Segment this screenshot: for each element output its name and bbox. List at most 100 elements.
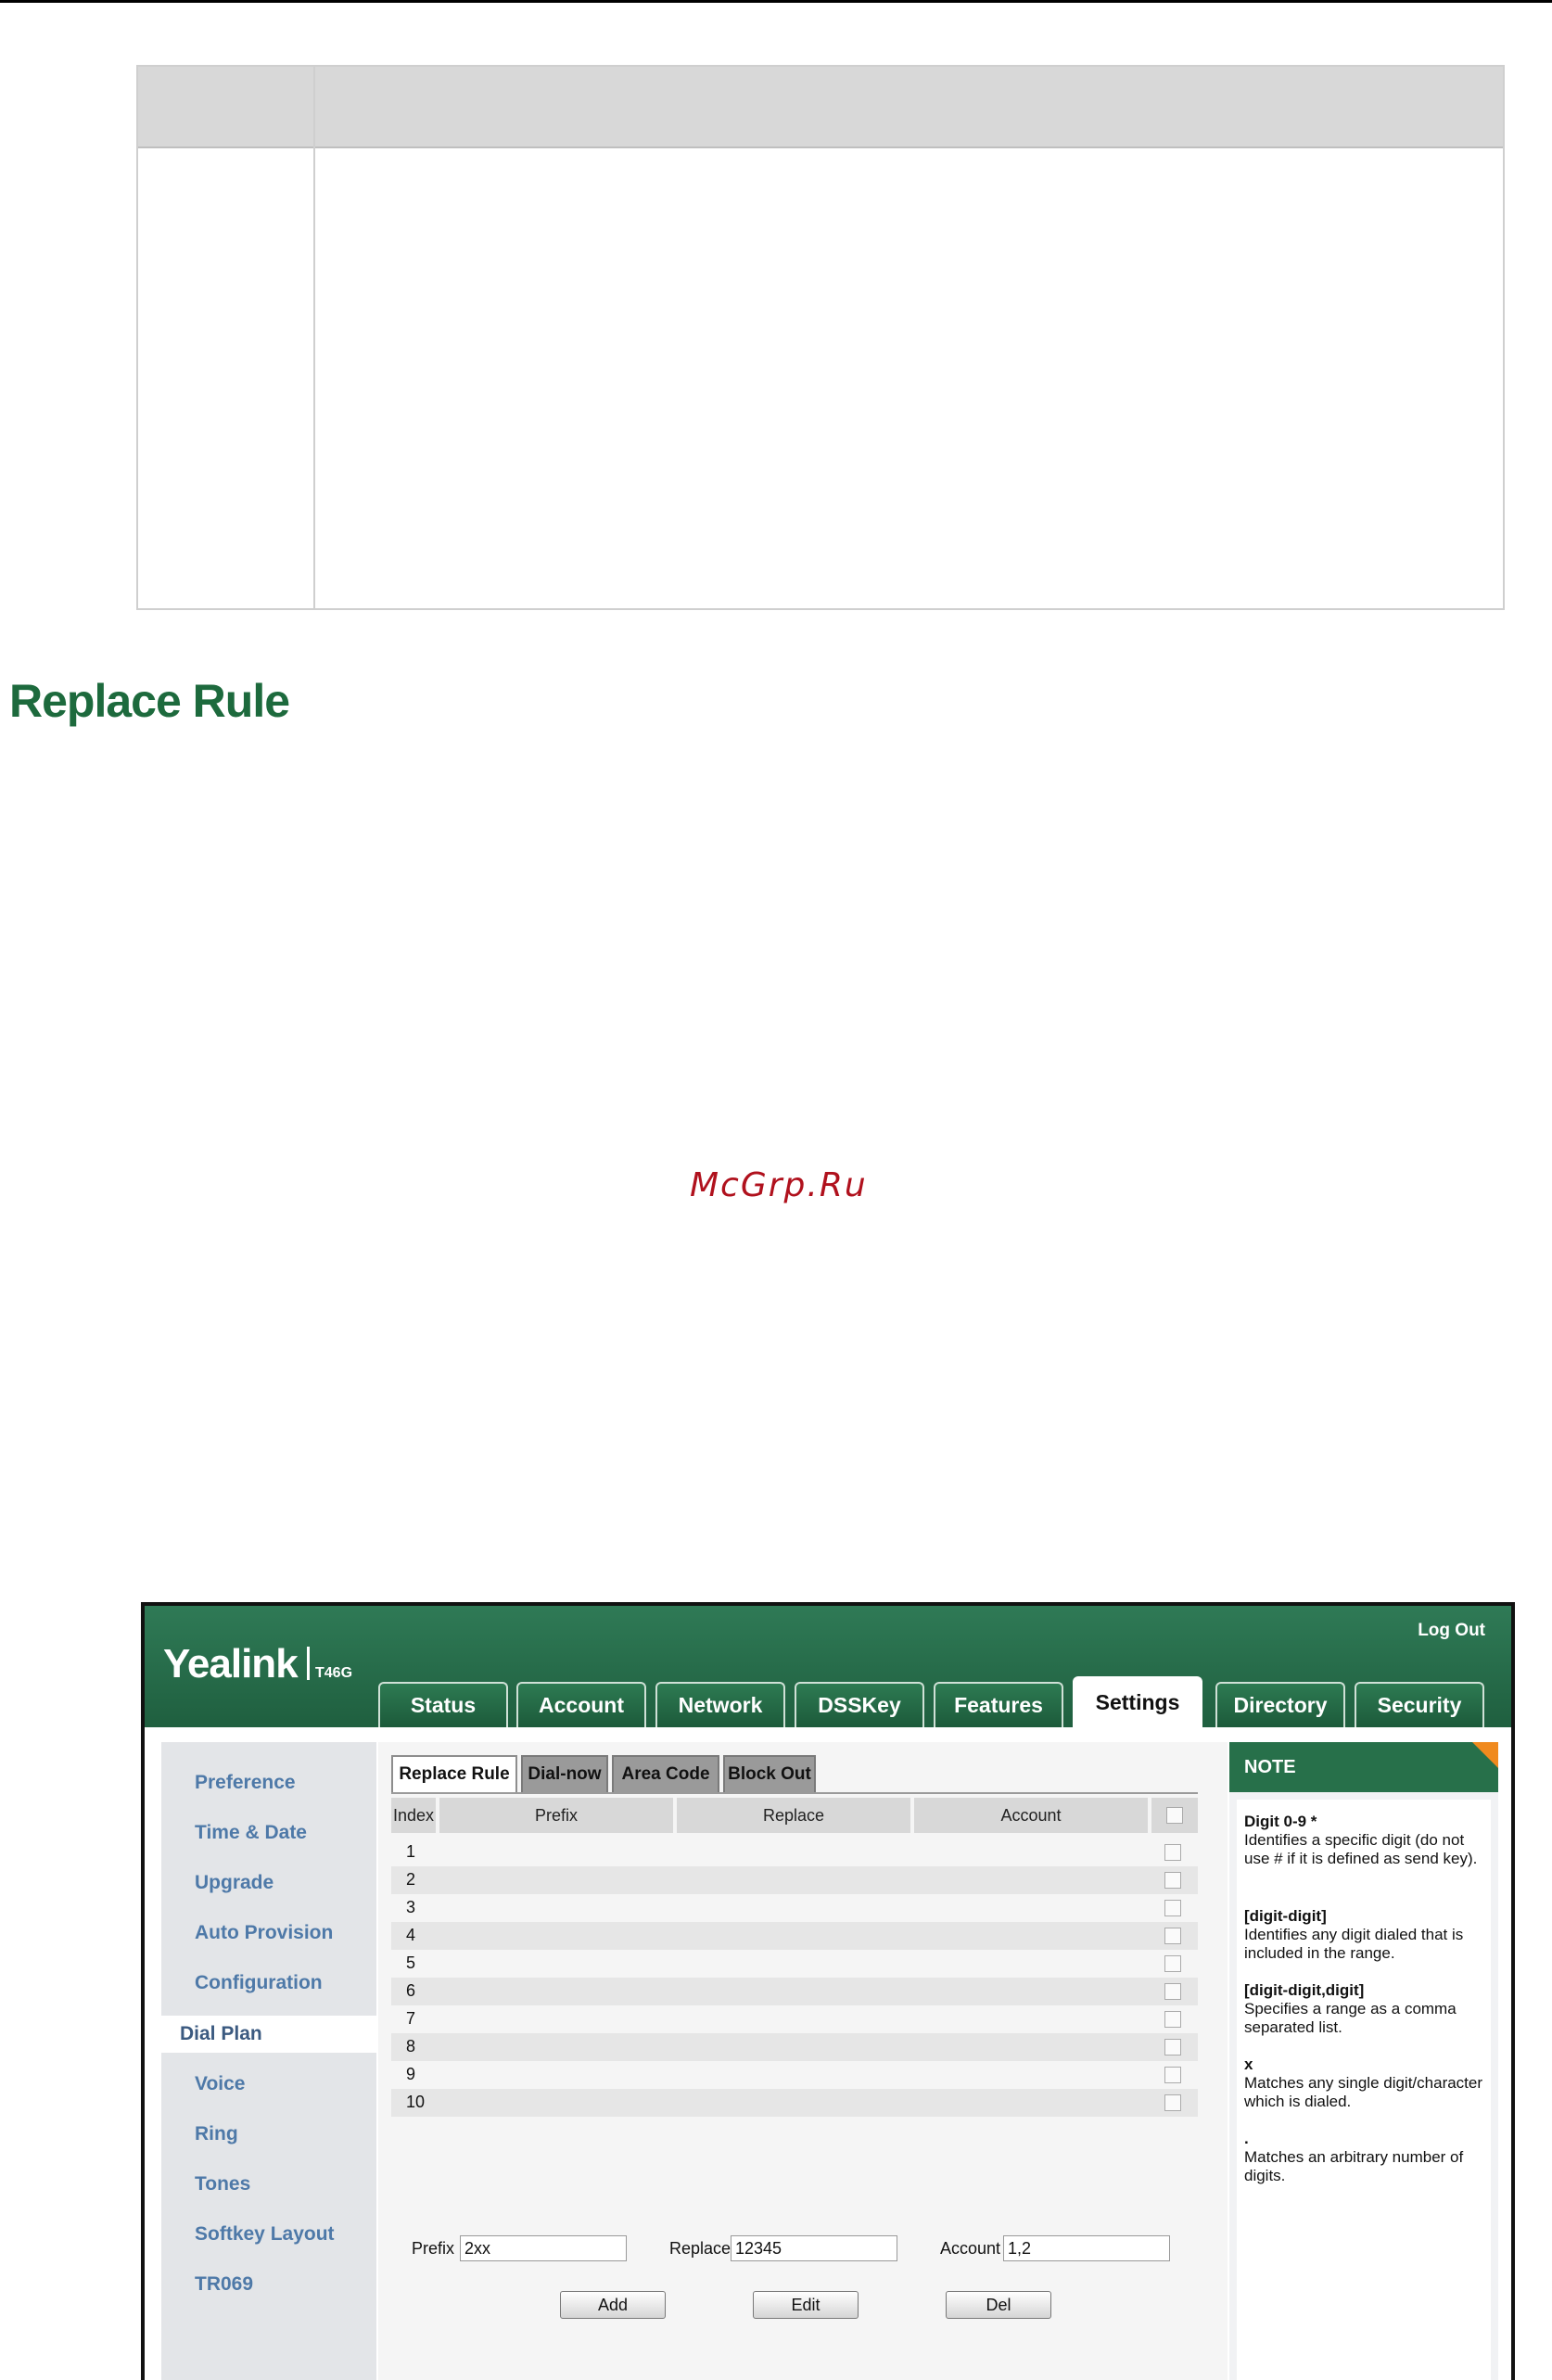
row-checkbox[interactable]	[1164, 2039, 1181, 2055]
account-label: Account	[940, 2239, 1001, 2258]
logo-divider	[307, 1647, 310, 1680]
row-index: 7	[406, 2009, 416, 2028]
sidebar-item-auto-provision[interactable]: Auto Provision	[195, 1922, 333, 1944]
tab-security[interactable]: Security	[1355, 1682, 1484, 1727]
note-entry: . Matches an arbitrary number of digits.	[1244, 2130, 1487, 2185]
sidebar-item-configuration[interactable]: Configuration	[195, 1972, 323, 1994]
note-desc: Matches any single digit/character which…	[1244, 2074, 1483, 2110]
page-top-rule	[0, 0, 1552, 3]
note-term: .	[1244, 2130, 1249, 2147]
table-row: 8	[391, 2033, 1198, 2061]
table-row: 1	[391, 1839, 1198, 1866]
table-row: 10	[391, 2089, 1198, 2117]
row-index: 9	[406, 2065, 416, 2083]
sidebar-item-softkey-layout[interactable]: Softkey Layout	[195, 2223, 335, 2246]
note-term: Digit 0-9 *	[1244, 1813, 1317, 1830]
row-index: 5	[406, 1954, 416, 1972]
note-corner-icon	[1472, 1742, 1498, 1768]
subtab-replace-rule[interactable]: Replace Rule	[391, 1755, 517, 1792]
yealink-logo: Yealink	[163, 1641, 299, 1686]
select-all-checkbox[interactable]	[1166, 1807, 1183, 1824]
sidebar-item-time-date[interactable]: Time & Date	[195, 1822, 307, 1844]
note-entry: Digit 0-9 * Identifies a specific digit …	[1244, 1813, 1487, 1868]
table-row: 5	[391, 1950, 1198, 1978]
note-desc: Specifies a range as a comma separated l…	[1244, 2000, 1457, 2036]
replace-label: Replace	[669, 2239, 731, 2258]
note-desc: Identifies any digit dialed that is incl…	[1244, 1926, 1464, 1962]
table-row: 3	[391, 1894, 1198, 1922]
note-title-text: NOTE	[1244, 1756, 1296, 1777]
row-checkbox[interactable]	[1164, 1844, 1181, 1861]
tab-network[interactable]: Network	[655, 1682, 785, 1727]
row-checkbox[interactable]	[1164, 2067, 1181, 2083]
row-checkbox[interactable]	[1164, 1983, 1181, 2000]
sidebar-item-upgrade[interactable]: Upgrade	[195, 1872, 274, 1894]
row-index: 10	[406, 2093, 426, 2111]
subtab-underline	[391, 1792, 1198, 1794]
document-table-header	[138, 67, 1503, 148]
row-index: 8	[406, 2037, 416, 2055]
table-row: 2	[391, 1866, 1198, 1894]
row-checkbox[interactable]	[1164, 2011, 1181, 2028]
row-checkbox[interactable]	[1164, 1955, 1181, 1972]
tab-account[interactable]: Account	[516, 1682, 646, 1727]
add-button[interactable]: Add	[560, 2291, 666, 2319]
sidebar-item-voice[interactable]: Voice	[195, 2073, 245, 2095]
row-index: 6	[406, 1981, 416, 2000]
model-label: T46G	[315, 1665, 353, 1681]
row-index: 2	[406, 1870, 416, 1889]
table-row: 4	[391, 1922, 1198, 1950]
tab-directory[interactable]: Directory	[1215, 1682, 1345, 1727]
prefix-input[interactable]	[460, 2235, 627, 2261]
section-title: Replace Rule	[9, 675, 290, 727]
column-header-account: Account	[914, 1798, 1148, 1833]
subtab-block-out[interactable]: Block Out	[723, 1755, 816, 1792]
tab-dsskey[interactable]: DSSKey	[795, 1682, 924, 1727]
sidebar-item-ring[interactable]: Ring	[195, 2123, 238, 2145]
web-ui-screenshot: Log Out Yealink T46G Status Account Netw…	[141, 1602, 1515, 2380]
sidebar-item-tones[interactable]: Tones	[195, 2173, 250, 2195]
dial-plan-panel: Replace Rule Dial-now Area Code Block Ou…	[378, 1742, 1228, 2380]
logout-link[interactable]: Log Out	[1418, 1621, 1485, 1641]
note-entry: x Matches any single digit/character whi…	[1244, 2055, 1487, 2111]
row-index: 3	[406, 1898, 416, 1916]
document-table	[136, 65, 1505, 610]
note-entry: [digit-digit] Identifies any digit diale…	[1244, 1907, 1487, 1963]
app-header: Log Out Yealink T46G Status Account Netw…	[145, 1606, 1511, 1727]
column-header-prefix: Prefix	[439, 1798, 673, 1833]
note-entry: [digit-digit,digit] Specifies a range as…	[1244, 1981, 1487, 2037]
tab-status[interactable]: Status	[378, 1682, 508, 1727]
row-checkbox[interactable]	[1164, 2094, 1181, 2111]
row-index: 1	[406, 1842, 416, 1861]
replace-input[interactable]	[731, 2235, 897, 2261]
note-desc: Identifies a specific digit (do not use …	[1244, 1831, 1478, 1867]
note-term: [digit-digit]	[1244, 1907, 1327, 1925]
sidebar-item-tr069[interactable]: TR069	[195, 2273, 253, 2296]
table-row: 9	[391, 2061, 1198, 2089]
app-content: Preference Time & Date Upgrade Auto Prov…	[145, 1727, 1511, 2380]
edit-button[interactable]: Edit	[753, 2291, 859, 2319]
row-checkbox[interactable]	[1164, 1872, 1181, 1889]
row-checkbox[interactable]	[1164, 1900, 1181, 1916]
account-input[interactable]	[1003, 2235, 1170, 2261]
column-header-index: Index	[391, 1798, 436, 1833]
tab-settings[interactable]: Settings	[1073, 1676, 1202, 1727]
row-checkbox[interactable]	[1164, 1928, 1181, 1944]
delete-button[interactable]: Del	[946, 2291, 1051, 2319]
sidebar: Preference Time & Date Upgrade Auto Prov…	[161, 1742, 376, 2380]
note-body: Digit 0-9 * Identifies a specific digit …	[1237, 1800, 1491, 2380]
table-row: 7	[391, 2005, 1198, 2033]
note-term: x	[1244, 2055, 1253, 2073]
row-index: 4	[406, 1926, 416, 1944]
subtab-dial-now[interactable]: Dial-now	[521, 1755, 608, 1792]
subtab-area-code[interactable]: Area Code	[612, 1755, 719, 1792]
column-header-select-all	[1151, 1798, 1198, 1833]
watermark: McGrp.Ru	[690, 1166, 868, 1204]
note-panel: NOTE Digit 0-9 * Identifies a specific d…	[1229, 1742, 1498, 2380]
table-row: 6	[391, 1978, 1198, 2005]
tab-features[interactable]: Features	[934, 1682, 1063, 1727]
prefix-label: Prefix	[412, 2239, 455, 2258]
sidebar-item-preference[interactable]: Preference	[195, 1772, 296, 1794]
column-header-replace: Replace	[677, 1798, 910, 1833]
sidebar-item-dial-plan[interactable]: Dial Plan	[161, 2016, 376, 2053]
